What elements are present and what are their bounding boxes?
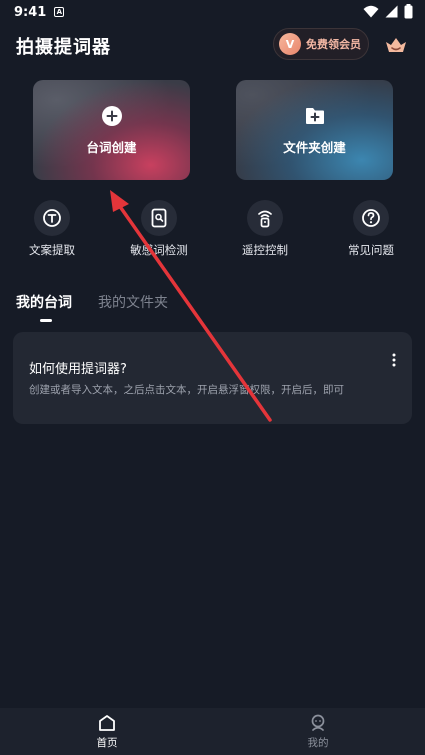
help-card-title: 如何使用提词器? [29,362,127,377]
text-extract-icon-wrap [34,200,70,236]
status-bar: 9:41 A [0,0,425,24]
tab-my-scripts[interactable]: 我的台词 [16,292,72,312]
document-scan-icon [151,208,167,228]
remote-control-icon-wrap [247,200,283,236]
bottom-nav: 首页 我的 [0,708,425,755]
vip-label: 免费领会员 [306,38,361,51]
nav-home-label: 首页 [96,737,118,749]
remote-control-label: 遥控控制 [242,243,288,257]
faq-tool[interactable]: 常见问题 [326,200,416,258]
status-icons [363,4,413,19]
home-icon [99,715,115,731]
more-vertical-icon[interactable] [390,352,398,368]
sensitive-word-label: 敏感词检测 [130,243,188,257]
app-header: 拍摄提词器 V 免费领会员 [0,26,425,62]
active-tab-indicator [40,319,52,322]
nav-home[interactable]: 首页 [77,714,137,750]
notification-badge-icon: A [54,7,65,17]
battery-icon [404,4,413,19]
text-extract-label: 文案提取 [29,243,75,257]
status-time: 9:41 [14,4,47,20]
folder-plus-icon [305,107,324,124]
sensitive-word-tool[interactable]: 敏感词检测 [114,200,204,258]
tab-my-folders[interactable]: 我的文件夹 [98,292,168,312]
plus-circle-icon [101,105,122,126]
remote-control-tool[interactable]: 遥控控制 [220,200,310,258]
text-extract-icon [43,209,61,227]
wifi-icon [363,5,379,18]
help-script-card[interactable]: 如何使用提词器? 创建或者导入文本，之后点击文本，开启悬浮窗权限，开启后，即可 [13,332,412,424]
create-script-label: 台词创建 [86,139,137,155]
signal-icon [385,5,398,18]
remote-control-icon [258,210,272,228]
text-extract-tool[interactable]: 文案提取 [7,200,97,258]
vip-icon: V [279,33,301,55]
faq-icon-wrap [353,200,389,236]
help-card-description: 创建或者导入文本，之后点击文本，开启悬浮窗权限，开启后，即可 [29,384,344,396]
tools-row: 文案提取 敏感词检测 遥控控制 常见问题 [0,200,425,260]
create-folder-card[interactable]: 文件夹创建 [236,80,393,180]
create-folder-label: 文件夹创建 [283,139,346,155]
content-tabs: 我的台词 我的文件夹 [16,292,316,326]
faq-label: 常见问题 [348,243,394,257]
crown-icon[interactable] [384,34,408,56]
nav-mine[interactable]: 我的 [288,714,348,750]
user-icon [311,714,325,731]
free-vip-button[interactable]: V 免费领会员 [273,28,369,60]
sensitive-word-icon-wrap [141,200,177,236]
create-script-card[interactable]: 台词创建 [33,80,190,180]
question-icon [362,209,380,227]
nav-mine-label: 我的 [307,737,329,749]
page-title: 拍摄提词器 [16,37,111,58]
